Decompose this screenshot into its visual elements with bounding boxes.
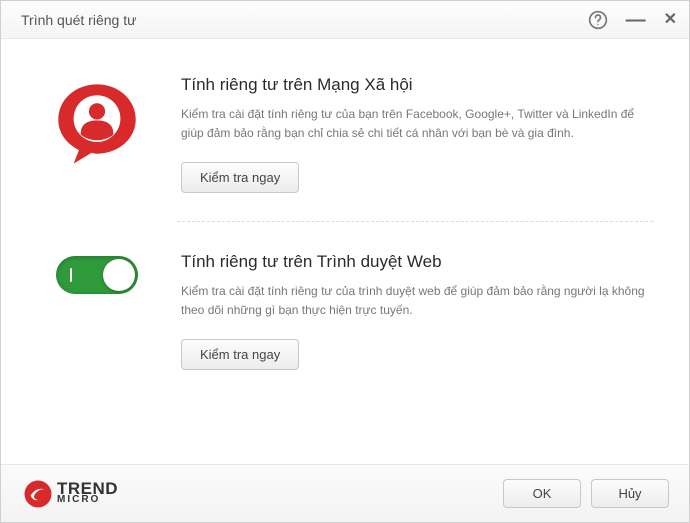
check-social-button[interactable]: Kiểm tra ngay: [181, 162, 299, 193]
browser-privacy-toggle[interactable]: [56, 256, 138, 294]
titlebar: Trình quét riêng tư ― ✕: [1, 1, 689, 39]
close-icon[interactable]: ✕: [664, 12, 677, 28]
social-privacy-heading: Tính riêng tư trên Mạng Xã hội: [181, 75, 653, 95]
check-browser-button[interactable]: Kiểm tra ngay: [181, 339, 299, 370]
social-privacy-body: Tính riêng tư trên Mạng Xã hội Kiểm tra …: [181, 75, 653, 193]
ok-button[interactable]: OK: [503, 479, 581, 508]
section-divider: [177, 221, 653, 222]
browser-privacy-body: Tính riêng tư trên Trình duyệt Web Kiểm …: [181, 252, 653, 370]
browser-privacy-section: Tính riêng tư trên Trình duyệt Web Kiểm …: [37, 244, 653, 398]
browser-privacy-heading: Tính riêng tư trên Trình duyệt Web: [181, 252, 653, 272]
minimize-icon[interactable]: ―: [626, 10, 646, 30]
window-controls: ― ✕: [588, 10, 677, 30]
logo-brand-bottom: MICRO: [57, 496, 118, 505]
social-icon-wrap: [37, 75, 157, 193]
window-title: Trình quét riêng tư: [21, 12, 588, 28]
footer: TREND MICRO OK Hủy: [1, 464, 689, 522]
trend-micro-logo: TREND MICRO: [23, 479, 118, 509]
social-privacy-description: Kiểm tra cài đặt tính riêng tư của bạn t…: [181, 105, 653, 142]
browser-toggle-wrap: [37, 252, 157, 370]
logo-text: TREND MICRO: [57, 482, 118, 505]
content-area: Tính riêng tư trên Mạng Xã hội Kiểm tra …: [1, 39, 689, 464]
social-privacy-section: Tính riêng tư trên Mạng Xã hội Kiểm tra …: [37, 67, 653, 221]
help-icon[interactable]: [588, 10, 608, 30]
window: Trình quét riêng tư ― ✕: [0, 0, 690, 523]
browser-privacy-description: Kiểm tra cài đặt tính riêng tư của trình…: [181, 282, 653, 319]
toggle-on-indicator-icon: [70, 268, 72, 282]
cancel-button[interactable]: Hủy: [591, 479, 669, 508]
trend-micro-logo-icon: [23, 479, 53, 509]
privacy-bubble-icon: [52, 79, 142, 169]
toggle-knob: [103, 259, 135, 291]
